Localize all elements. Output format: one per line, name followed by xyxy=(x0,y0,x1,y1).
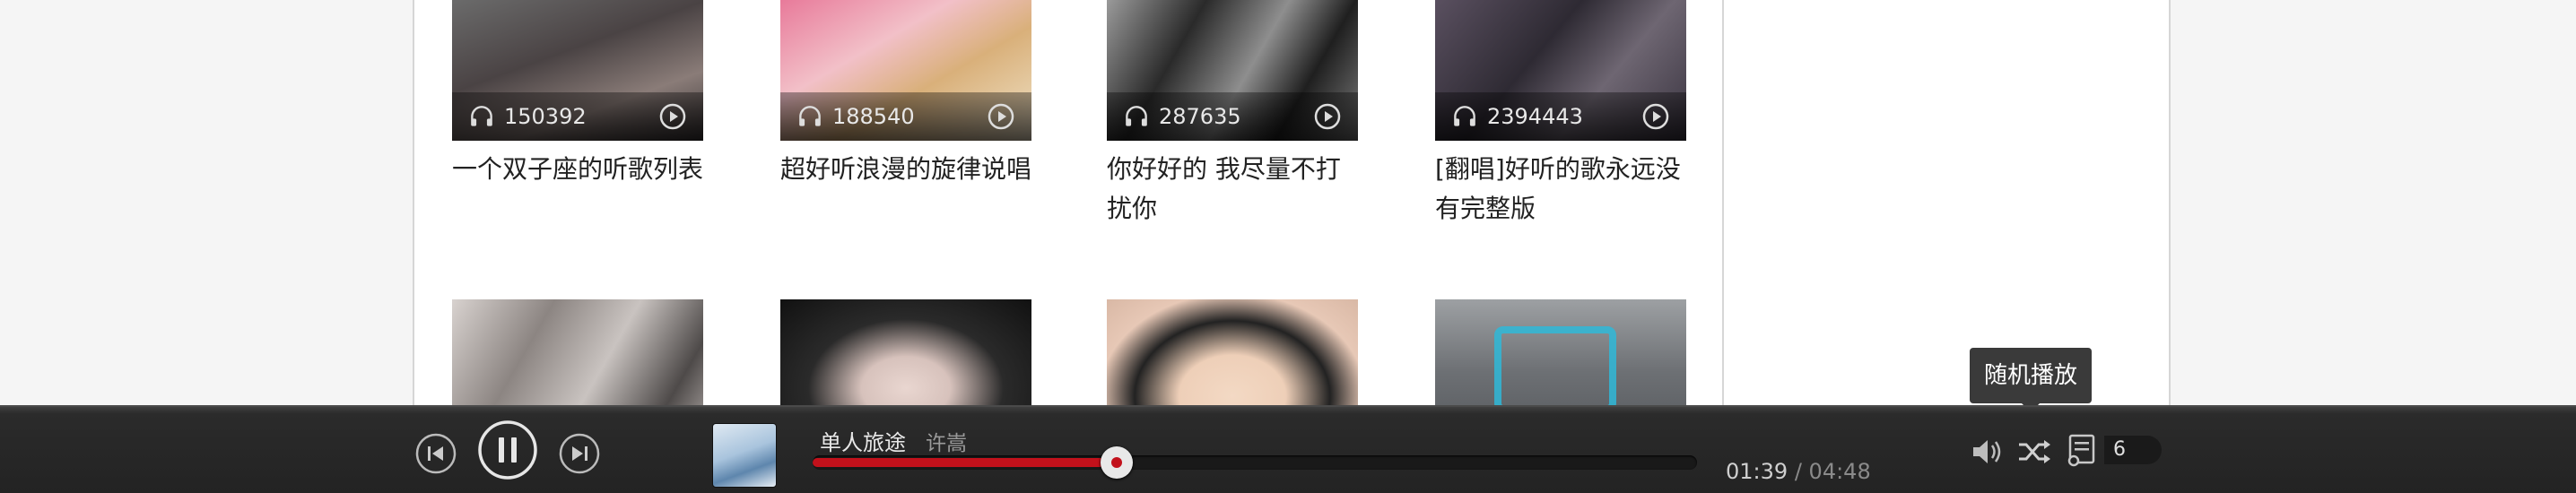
time-display: 01:39 / 04:48 xyxy=(1726,459,1871,484)
playlist-button[interactable]: 6 xyxy=(2065,432,2163,468)
shuffle-tooltip: 随机播放 xyxy=(1970,348,2093,412)
current-time: 01:39 xyxy=(1726,459,1788,484)
playlist-icon xyxy=(2067,434,2095,467)
playlist-cover[interactable]: 150392 xyxy=(452,0,703,141)
headphones-icon xyxy=(1454,106,1475,126)
time-separator: / xyxy=(1794,459,1802,484)
shuffle-icon[interactable] xyxy=(2016,436,2052,468)
prev-track-icon[interactable] xyxy=(414,432,457,475)
cover-art-mark xyxy=(1494,326,1616,412)
playlist-title[interactable]: 你好好的 我尽量不打扰你 xyxy=(1107,150,1349,229)
now-playing: 单人旅途 许嵩 xyxy=(820,425,967,456)
playlist-cover[interactable]: 2394443 xyxy=(1435,0,1686,141)
play-count: 287635 xyxy=(1159,104,1241,129)
play-icon[interactable] xyxy=(987,102,1015,131)
cover-info-bar: 287635 xyxy=(1107,92,1358,141)
progress-bar[interactable] xyxy=(813,446,1697,479)
player-bar: 单人旅途 许嵩 01:39 / 04:48 6 xyxy=(0,405,2576,493)
pause-icon[interactable] xyxy=(477,419,538,480)
album-thumbnail[interactable] xyxy=(712,423,777,488)
play-icon[interactable] xyxy=(658,102,687,131)
playlist-title[interactable]: [翻唱]好听的歌永远没有完整版 xyxy=(1435,150,1686,229)
next-track-icon[interactable] xyxy=(558,432,601,475)
progress-knob[interactable] xyxy=(1101,446,1133,479)
playlist-title[interactable]: 一个双子座的听歌列表 xyxy=(452,150,703,189)
playlist-card[interactable]: 2394443 [翻唱]好听的歌永远没有完整版 xyxy=(1435,0,1686,229)
headphones-icon xyxy=(471,106,492,126)
artist-name[interactable]: 许嵩 xyxy=(926,432,967,455)
song-title[interactable]: 单人旅途 xyxy=(820,430,906,455)
playlist-card[interactable]: 188540 超好听浪漫的旋律说唱 xyxy=(780,0,1031,189)
playlist-cover[interactable]: 188540 xyxy=(780,0,1031,141)
play-icon[interactable] xyxy=(1641,102,1670,131)
headphones-icon xyxy=(1126,106,1147,126)
play-count: 188540 xyxy=(832,104,915,129)
play-icon[interactable] xyxy=(1313,102,1342,131)
headphones-icon xyxy=(799,106,821,126)
progress-fill xyxy=(813,458,1117,467)
playlist-card[interactable]: 287635 你好好的 我尽量不打扰你 xyxy=(1107,0,1358,229)
cover-info-bar: 2394443 xyxy=(1435,92,1686,141)
cover-info-bar: 188540 xyxy=(780,92,1031,141)
cover-info-bar: 150392 xyxy=(452,92,703,141)
total-time: 04:48 xyxy=(1808,459,1871,484)
play-count: 150392 xyxy=(504,104,587,129)
volume-icon[interactable] xyxy=(1970,436,2006,468)
playlist-card[interactable]: 150392 一个双子座的听歌列表 xyxy=(452,0,703,189)
play-count: 2394443 xyxy=(1487,104,1583,129)
playlist-cover[interactable]: 287635 xyxy=(1107,0,1358,141)
playlist-title[interactable]: 超好听浪漫的旋律说唱 xyxy=(780,150,1031,189)
playlist-count: 6 xyxy=(2104,436,2162,464)
